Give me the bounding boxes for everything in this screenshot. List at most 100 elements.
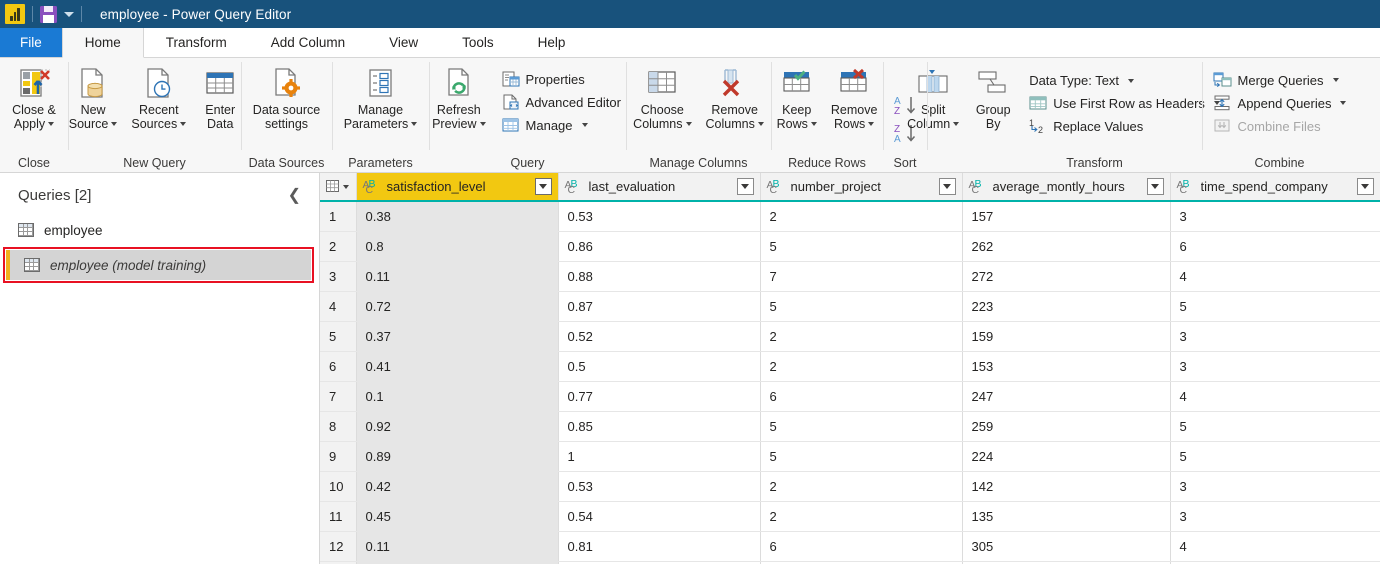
cell-last-evaluation[interactable]: 0.85 xyxy=(558,411,760,441)
cell-number-project[interactable]: 5 xyxy=(760,231,962,261)
chevron-down-icon[interactable] xyxy=(180,122,186,126)
chevron-down-icon[interactable] xyxy=(868,122,874,126)
cell-time-spend-company[interactable]: 3 xyxy=(1170,201,1380,231)
cell-number-project[interactable]: 5 xyxy=(760,441,962,471)
chevron-down-icon[interactable] xyxy=(1333,78,1339,82)
filter-dropdown-icon[interactable] xyxy=(737,178,754,195)
cell-time-spend-company[interactable]: 5 xyxy=(1170,441,1380,471)
cell-average-montly-hours[interactable]: 157 xyxy=(962,201,1170,231)
cell-last-evaluation[interactable]: 0.87 xyxy=(558,291,760,321)
chevron-down-icon[interactable] xyxy=(48,122,54,126)
column-header-last-evaluation[interactable]: ABC last_evaluation xyxy=(558,173,760,201)
cell-number-project[interactable]: 6 xyxy=(760,381,962,411)
cell-time-spend-company[interactable]: 6 xyxy=(1170,231,1380,261)
cell-average-montly-hours[interactable]: 142 xyxy=(962,471,1170,501)
append-queries-button[interactable]: Append Queries xyxy=(1209,93,1351,113)
tab-view[interactable]: View xyxy=(367,28,440,57)
cell-time-spend-company[interactable]: 3 xyxy=(1170,351,1380,381)
chevron-down-icon[interactable] xyxy=(480,122,486,126)
cell-last-evaluation[interactable]: 0.86 xyxy=(558,231,760,261)
cell-satisfaction-level[interactable]: 0.38 xyxy=(356,201,558,231)
table-row[interactable]: 60.410.521533 xyxy=(320,351,1380,381)
advanced-editor-button[interactable]: Advanced Editor xyxy=(498,92,625,112)
tab-transform[interactable]: Transform xyxy=(144,28,249,57)
tab-add-column[interactable]: Add Column xyxy=(249,28,367,57)
table-row[interactable]: 110.450.5421353 xyxy=(320,501,1380,531)
close-and-apply-button[interactable]: Close & Apply xyxy=(6,63,62,131)
remove-columns-button[interactable]: Remove Columns xyxy=(700,63,770,131)
manage-button[interactable]: Manage xyxy=(498,115,625,135)
cell-average-montly-hours[interactable]: 262 xyxy=(962,231,1170,261)
cell-satisfaction-level[interactable]: 0.37 xyxy=(356,321,558,351)
remove-rows-button[interactable]: Remove Rows xyxy=(825,63,884,131)
cell-average-montly-hours[interactable]: 224 xyxy=(962,441,1170,471)
cell-number-project[interactable]: 2 xyxy=(760,201,962,231)
filter-dropdown-icon[interactable] xyxy=(1147,178,1164,195)
cell-last-evaluation[interactable]: 0.77 xyxy=(558,381,760,411)
filter-dropdown-icon[interactable] xyxy=(939,178,956,195)
cell-number-project[interactable]: 5 xyxy=(760,411,962,441)
tab-help[interactable]: Help xyxy=(516,28,588,57)
choose-columns-button[interactable]: Choose Columns xyxy=(627,63,697,131)
select-all-columns-button[interactable] xyxy=(320,173,356,201)
save-icon[interactable] xyxy=(40,6,57,23)
cell-satisfaction-level[interactable]: 0.42 xyxy=(356,471,558,501)
table-row[interactable]: 20.80.8652626 xyxy=(320,231,1380,261)
cell-last-evaluation[interactable]: 1 xyxy=(558,441,760,471)
table-row[interactable]: 40.720.8752235 xyxy=(320,291,1380,321)
column-header-average-montly-hours[interactable]: ABC average_montly_hours xyxy=(962,173,1170,201)
cell-satisfaction-level[interactable]: 0.41 xyxy=(356,351,558,381)
cell-last-evaluation[interactable]: 0.53 xyxy=(558,201,760,231)
cell-time-spend-company[interactable]: 4 xyxy=(1170,261,1380,291)
manage-parameters-button[interactable]: Manage Parameters xyxy=(338,63,424,131)
cell-number-project[interactable]: 2 xyxy=(760,321,962,351)
cell-time-spend-company[interactable]: 5 xyxy=(1170,291,1380,321)
chevron-down-icon[interactable] xyxy=(1128,79,1134,83)
chevron-down-icon[interactable] xyxy=(953,122,959,126)
chevron-down-icon[interactable] xyxy=(1340,101,1346,105)
chevron-down-icon[interactable] xyxy=(111,122,117,126)
tab-tools[interactable]: Tools xyxy=(440,28,516,57)
cell-number-project[interactable]: 2 xyxy=(760,501,962,531)
column-header-time-spend-company[interactable]: ABC time_spend_company xyxy=(1170,173,1380,201)
cell-number-project[interactable]: 5 xyxy=(760,291,962,321)
cell-last-evaluation[interactable]: 0.53 xyxy=(558,471,760,501)
data-type-button[interactable]: Data Type: Text xyxy=(1025,71,1224,90)
cell-time-spend-company[interactable]: 3 xyxy=(1170,321,1380,351)
tab-home[interactable]: Home xyxy=(62,28,144,58)
group-by-button[interactable]: Group By xyxy=(967,63,1019,131)
cell-satisfaction-level[interactable]: 0.89 xyxy=(356,441,558,471)
tab-file[interactable]: File xyxy=(0,28,62,57)
cell-average-montly-hours[interactable]: 259 xyxy=(962,411,1170,441)
cell-last-evaluation[interactable]: 0.52 xyxy=(558,321,760,351)
split-column-button[interactable]: Split Column xyxy=(901,63,965,131)
cell-average-montly-hours[interactable]: 223 xyxy=(962,291,1170,321)
cell-average-montly-hours[interactable]: 153 xyxy=(962,351,1170,381)
cell-average-montly-hours[interactable]: 135 xyxy=(962,501,1170,531)
cell-average-montly-hours[interactable]: 272 xyxy=(962,261,1170,291)
chevron-down-icon[interactable] xyxy=(343,185,349,189)
column-header-satisfaction-level[interactable]: ABC satisfaction_level xyxy=(356,173,558,201)
table-row[interactable]: 50.370.5221593 xyxy=(320,321,1380,351)
table-row[interactable]: 70.10.7762474 xyxy=(320,381,1380,411)
cell-satisfaction-level[interactable]: 0.72 xyxy=(356,291,558,321)
chevron-left-icon[interactable]: ❮ xyxy=(284,185,305,205)
chevron-down-icon[interactable] xyxy=(686,122,692,126)
cell-average-montly-hours[interactable]: 159 xyxy=(962,321,1170,351)
cell-satisfaction-level[interactable]: 0.11 xyxy=(356,261,558,291)
data-source-settings-button[interactable]: Data source settings xyxy=(247,63,326,131)
cell-average-montly-hours[interactable]: 305 xyxy=(962,531,1170,561)
cell-number-project[interactable]: 2 xyxy=(760,351,962,381)
filter-dropdown-icon[interactable] xyxy=(1357,178,1374,195)
cell-satisfaction-level[interactable]: 0.92 xyxy=(356,411,558,441)
use-first-row-as-headers-button[interactable]: Use First Row as Headers xyxy=(1025,93,1224,113)
cell-time-spend-company[interactable]: 3 xyxy=(1170,501,1380,531)
cell-time-spend-company[interactable]: 4 xyxy=(1170,531,1380,561)
chevron-down-icon[interactable] xyxy=(411,122,417,126)
refresh-preview-button[interactable]: Refresh Preview xyxy=(426,63,491,131)
enter-data-button[interactable]: Enter Data xyxy=(194,63,246,131)
cell-satisfaction-level[interactable]: 0.45 xyxy=(356,501,558,531)
table-row[interactable]: 100.420.5321423 xyxy=(320,471,1380,501)
query-list-item-employee[interactable]: employee xyxy=(0,215,319,245)
table-row[interactable]: 90.89152245 xyxy=(320,441,1380,471)
